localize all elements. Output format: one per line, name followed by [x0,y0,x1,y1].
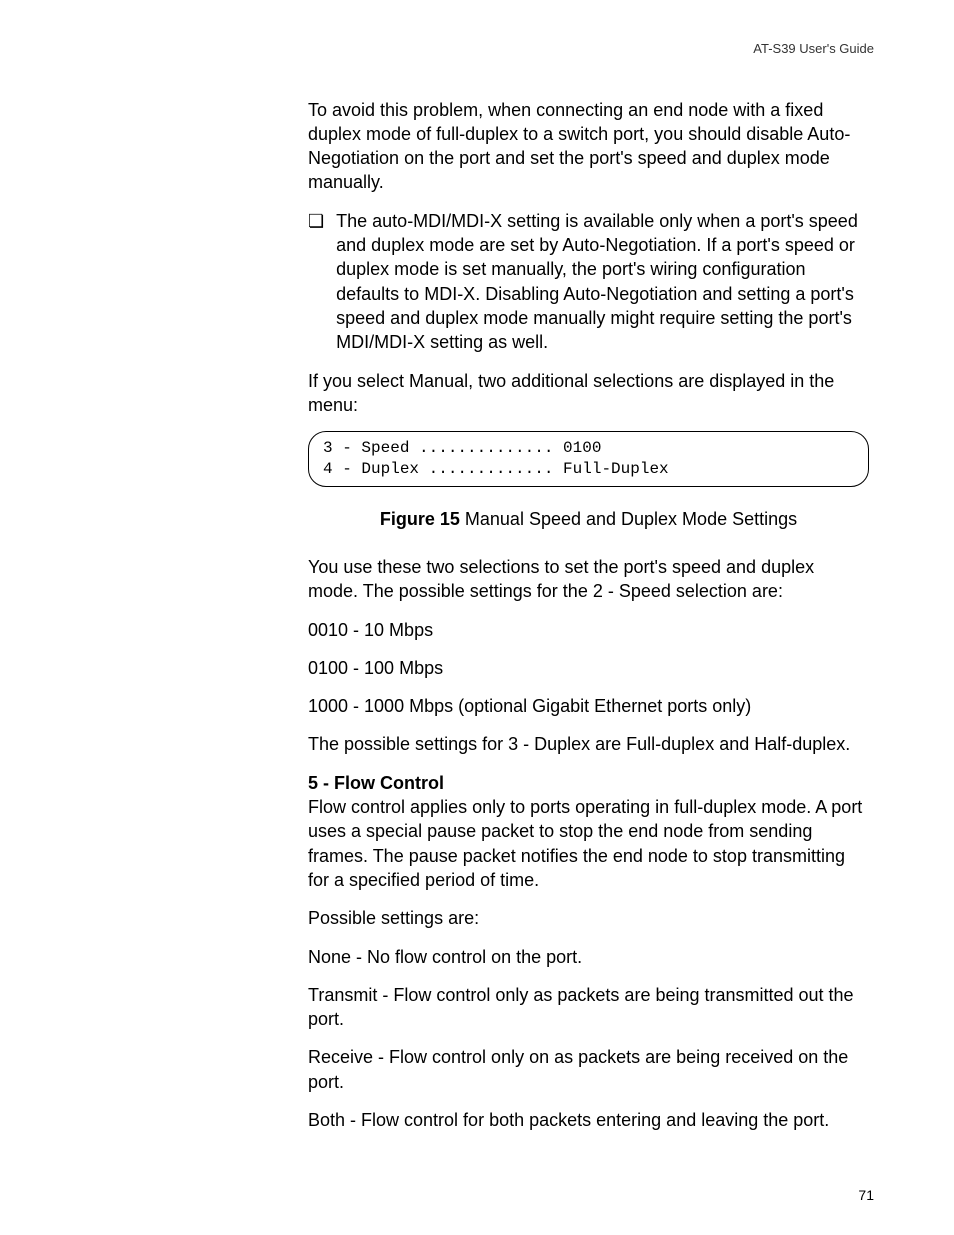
flow-control-transmit: Transmit - Flow control only as packets … [308,983,869,1032]
bullet-text: The auto-MDI/MDI-X setting is available … [336,209,869,355]
page-number: 71 [858,1186,874,1205]
flow-control-none: None - No flow control on the port. [308,945,869,969]
paragraph-flow-control-desc: Flow control applies only to ports opera… [308,795,869,892]
figure-label: Figure 15 [380,509,460,529]
speed-option-10: 0010 - 10 Mbps [308,618,869,642]
figure-caption: Figure 15 Manual Speed and Duplex Mode S… [308,507,869,531]
paragraph-settings-label: Possible settings are: [308,906,869,930]
paragraph-duplex-options: The possible settings for 3 - Duplex are… [308,732,869,756]
square-bullet-icon: ❏ [308,209,324,355]
content-area: To avoid this problem, when connecting a… [308,98,869,1133]
figure-caption-text: Manual Speed and Duplex Mode Settings [460,509,797,529]
flow-control-receive: Receive - Flow control only on as packet… [308,1045,869,1094]
speed-option-100: 0100 - 100 Mbps [308,656,869,680]
speed-option-1000: 1000 - 1000 Mbps (optional Gigabit Ether… [308,694,869,718]
bullet-item: ❏ The auto-MDI/MDI-X setting is availabl… [308,209,869,355]
header-doc-title: AT-S39 User's Guide [80,40,874,58]
paragraph-intro: To avoid this problem, when connecting a… [308,98,869,195]
paragraph-speed-intro: You use these two selections to set the … [308,555,869,604]
paragraph-manual-intro: If you select Manual, two additional sel… [308,369,869,418]
menu-code-box: 3 - Speed .............. 0100 4 - Duplex… [308,431,869,487]
flow-control-both: Both - Flow control for both packets ent… [308,1108,869,1132]
heading-flow-control: 5 - Flow Control [308,771,869,795]
